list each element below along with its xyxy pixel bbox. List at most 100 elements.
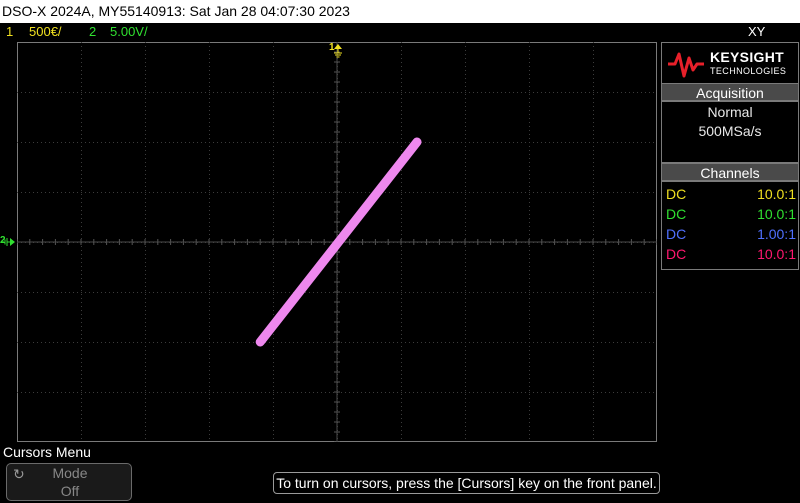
grid-dot (85, 342, 86, 343)
grid-dot (465, 270, 466, 271)
channel-row-2[interactable]: DC 10.0:1 (664, 204, 796, 224)
grid-dot (649, 342, 650, 343)
grid-dot (649, 142, 650, 143)
cursor-mode-softkey[interactable]: ↻ Mode Off (6, 463, 132, 501)
grid-dot (569, 92, 570, 93)
grid-dot (237, 392, 238, 393)
grid-dot (209, 98, 210, 99)
grid-dot (101, 142, 102, 143)
grid-dot (309, 92, 310, 93)
grid-dot (481, 192, 482, 193)
grid-dot (209, 298, 210, 299)
ch2-ground-marker[interactable]: 2 (0, 233, 17, 251)
grid-dot (609, 192, 610, 193)
grid-dot (81, 254, 82, 255)
ch1-ground-marker[interactable]: 1 (329, 42, 345, 60)
grid-dot (529, 74, 530, 75)
grid-dot (601, 142, 602, 143)
grid-dot (413, 342, 414, 343)
grid-dot (145, 392, 146, 393)
grid-dot (637, 292, 638, 293)
grid-dot (209, 370, 210, 371)
grid-dot (273, 192, 274, 193)
grid-dot (133, 92, 134, 93)
grid-dot (465, 298, 466, 299)
grid-dot (289, 92, 290, 93)
grid-dot (593, 50, 594, 51)
grid-dot (393, 142, 394, 143)
grid-dot (557, 92, 558, 93)
grid-dot (209, 106, 210, 107)
channel-row-3[interactable]: DC 1.00:1 (664, 224, 796, 244)
grid-dot (581, 192, 582, 193)
grid-dot (109, 142, 110, 143)
grid-dot (209, 210, 210, 211)
grid-dot (281, 142, 282, 143)
grid-dot (401, 358, 402, 359)
acquisition-header[interactable]: Acquisition (661, 83, 799, 101)
grid-dot (401, 186, 402, 187)
grid-dot (465, 426, 466, 427)
grid-dot (273, 126, 274, 127)
grid-dot (357, 342, 358, 343)
grid-dot (365, 292, 366, 293)
grid-dot (41, 392, 42, 393)
channels-header[interactable]: Channels (661, 163, 799, 181)
grid-dot (145, 250, 146, 251)
grid-dot (233, 142, 234, 143)
grid-dot (529, 358, 530, 359)
grid-dot (465, 350, 466, 351)
grid-dot (605, 92, 606, 93)
grid-dot (465, 162, 466, 163)
grid-dot (145, 434, 146, 435)
grid-dot (209, 198, 210, 199)
grid-dot (145, 182, 146, 183)
grid-dot (621, 292, 622, 293)
grid-dot (145, 386, 146, 387)
grid-dot (41, 292, 42, 293)
grid-dot (385, 342, 386, 343)
grid-dot (209, 326, 210, 327)
ch2-number[interactable]: 2 (89, 23, 96, 41)
grid-dot (145, 190, 146, 191)
grid-dot (465, 318, 466, 319)
grid-dot (453, 192, 454, 193)
grid-dot (129, 392, 130, 393)
grid-dot (285, 142, 286, 143)
grid-dot (81, 386, 82, 387)
grid-dot (529, 298, 530, 299)
grid-dot (273, 358, 274, 359)
ch1-scale[interactable]: 500€/ (29, 23, 62, 41)
timebase-mode[interactable]: XY (748, 23, 765, 41)
grid-dot (317, 292, 318, 293)
grid-dot (29, 292, 30, 293)
grid-dot (445, 192, 446, 193)
ch1-number[interactable]: 1 (6, 23, 13, 41)
grid-dot (273, 314, 274, 315)
grid-dot (205, 292, 206, 293)
grid-dot (209, 122, 210, 123)
grid-dot (305, 392, 306, 393)
grid-dot (381, 92, 382, 93)
grid-dot (509, 392, 510, 393)
grid-dot (649, 392, 650, 393)
grid-dot (641, 342, 642, 343)
grid-dot (229, 192, 230, 193)
channel-row-1[interactable]: DC 10.0:1 (664, 184, 796, 204)
grid-dot (601, 392, 602, 393)
grid-dot (273, 354, 274, 355)
waveform-display[interactable] (17, 42, 657, 442)
grid-dot (209, 126, 210, 127)
grid-dot (501, 292, 502, 293)
grid-dot (145, 230, 146, 231)
ch2-scale[interactable]: 5.00V/ (110, 23, 148, 41)
grid-dot (29, 342, 30, 343)
grid-dot (529, 294, 530, 295)
grid-dot (605, 192, 606, 193)
grid-dot (465, 98, 466, 99)
grid-dot (273, 378, 274, 379)
grid-dot (113, 192, 114, 193)
grid-dot (261, 392, 262, 393)
channel-row-4[interactable]: DC 10.0:1 (664, 244, 796, 264)
window-title: DSO-X 2024A, MY55140913: Sat Jan 28 04:0… (2, 3, 350, 19)
